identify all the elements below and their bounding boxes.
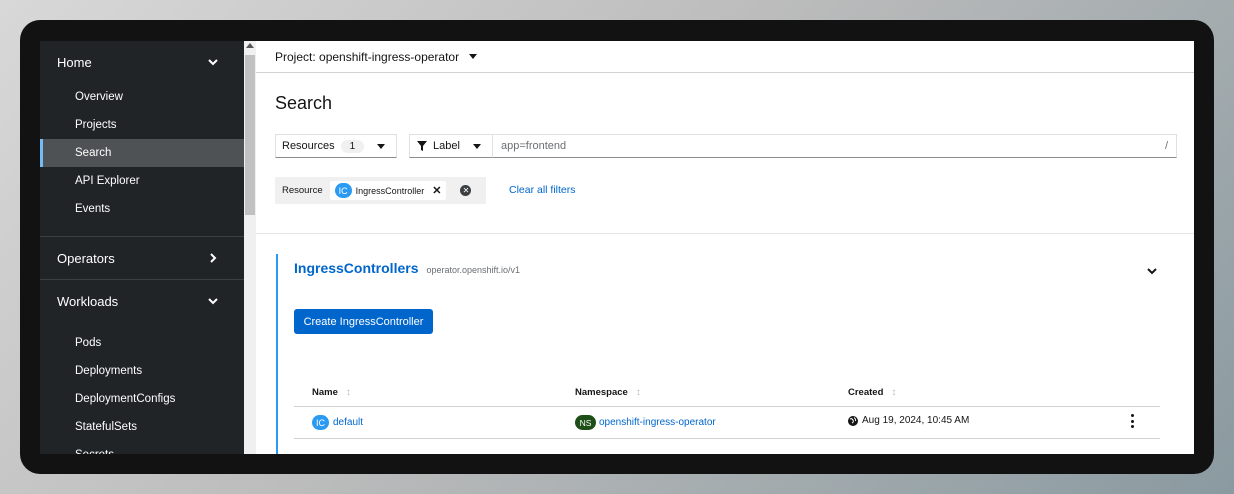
cell-created: Aug 19, 2024, 10:45 AM xyxy=(848,415,969,426)
clear-all-filters-link[interactable]: Clear all filters xyxy=(509,184,576,196)
sidebar-item-secrets[interactable]: Secrets xyxy=(40,441,244,454)
resource-card-header: IngressControllers operator.openshift.io… xyxy=(294,260,520,276)
chevron-down-icon[interactable] xyxy=(1147,262,1159,275)
sort-icon: ↕ xyxy=(635,387,641,398)
cell-namespace: NS openshift-ingress-operator xyxy=(575,415,716,430)
sidebar-item-deploymentconfigs[interactable]: DeploymentConfigs xyxy=(40,385,244,413)
kebab-menu-icon[interactable] xyxy=(1130,414,1134,428)
resources-dropdown[interactable]: Resources 1 xyxy=(275,134,397,158)
filter-chip-group: Resource IC IngressController ✕ ✕ xyxy=(275,177,486,204)
resources-count-badge: 1 xyxy=(340,139,365,153)
table-row: IC default NS openshift-ingress-operator… xyxy=(294,407,1160,439)
api-version: operator.openshift.io/v1 xyxy=(426,265,521,275)
sidebar-item-events[interactable]: Events xyxy=(40,195,244,223)
create-ingresscontroller-button[interactable]: Create IngressController xyxy=(294,309,433,334)
column-header-created[interactable]: Created ↕ xyxy=(848,387,896,398)
sidebar-scrollbar[interactable] xyxy=(244,41,256,454)
caret-down-icon xyxy=(469,54,478,59)
chevron-down-icon xyxy=(207,295,219,307)
ic-badge-icon: IC xyxy=(312,415,329,430)
created-timestamp: Aug 19, 2024, 10:45 AM xyxy=(862,415,970,426)
sort-icon: ↕ xyxy=(345,387,351,398)
sidebar-item-search[interactable]: Search xyxy=(40,139,244,167)
nav-section-operators[interactable]: Operators xyxy=(40,237,244,279)
column-header-namespace[interactable]: Namespace ↕ xyxy=(575,387,641,398)
keyboard-shortcut-hint: / xyxy=(1164,140,1168,152)
project-selector-label: Project: openshift-ingress-operator xyxy=(275,49,460,64)
sidebar-item-statefulsets[interactable]: StatefulSets xyxy=(40,413,244,441)
section-divider xyxy=(256,233,1194,234)
main-content: Project: openshift-ingress-operator Sear… xyxy=(256,41,1194,454)
caret-down-icon xyxy=(377,143,386,149)
nav-section-label: Workloads xyxy=(57,293,119,309)
resource-badge-icon: IC xyxy=(334,183,352,198)
sidebar-item-overview[interactable]: Overview xyxy=(40,83,244,111)
nav-section-label: Operators xyxy=(57,250,115,266)
sidebar-item-api-explorer[interactable]: API Explorer xyxy=(40,167,244,195)
column-label: Created xyxy=(848,387,884,398)
column-label: Namespace xyxy=(575,387,628,398)
globe-icon xyxy=(848,415,858,426)
label-filter-text: Label xyxy=(433,140,460,152)
page-title: Search xyxy=(275,93,333,113)
sidebar-item-projects[interactable]: Projects xyxy=(40,111,244,139)
chevron-down-icon xyxy=(207,56,219,68)
column-label: Name xyxy=(312,387,338,398)
ns-badge-icon: NS xyxy=(575,415,596,430)
chip-label: IngressController xyxy=(355,185,425,196)
resources-label: Resources xyxy=(282,140,335,152)
namespace-link[interactable]: openshift-ingress-operator xyxy=(599,417,716,428)
column-header-name[interactable]: Name ↕ xyxy=(312,387,351,398)
label-search-value: app=frontend xyxy=(501,140,567,152)
sidebar-item-pods[interactable]: Pods xyxy=(40,329,244,357)
console-window: Home Overview Projects Search API Explor… xyxy=(40,41,1194,454)
chevron-right-icon xyxy=(207,252,219,264)
table-header: Name ↕ Namespace ↕ Created ↕ xyxy=(294,383,1160,407)
nav-section-workloads[interactable]: Workloads xyxy=(40,280,244,322)
project-selector[interactable]: Project: openshift-ingress-operator xyxy=(256,41,1194,73)
nav-section-home[interactable]: Home xyxy=(40,41,244,83)
resource-name-link[interactable]: default xyxy=(333,417,363,428)
card-accent-border xyxy=(276,254,278,454)
sidebar-item-deployments[interactable]: Deployments xyxy=(40,357,244,385)
chip-group-label: Resource xyxy=(282,185,323,196)
scrollbar-thumb[interactable] xyxy=(245,55,255,215)
label-search-input[interactable]: app=frontend / xyxy=(493,134,1177,158)
caret-down-icon xyxy=(472,143,481,149)
close-icon[interactable]: ✕ xyxy=(432,184,441,197)
sidebar-nav: Home Overview Projects Search API Explor… xyxy=(40,41,244,454)
filter-chip: IC IngressController ✕ xyxy=(329,181,447,200)
label-filter-dropdown[interactable]: Label xyxy=(409,134,493,158)
scroll-up-arrow-icon[interactable] xyxy=(246,43,254,48)
nav-section-label: Home xyxy=(57,54,92,70)
card-title[interactable]: IngressControllers xyxy=(294,260,418,276)
cell-name: IC default xyxy=(312,415,363,430)
sort-icon: ↕ xyxy=(891,387,897,398)
filter-icon xyxy=(417,141,427,151)
close-circle-icon[interactable]: ✕ xyxy=(460,185,472,196)
search-filter-toolbar: Resources 1 Label app=frontend / xyxy=(275,134,1177,158)
